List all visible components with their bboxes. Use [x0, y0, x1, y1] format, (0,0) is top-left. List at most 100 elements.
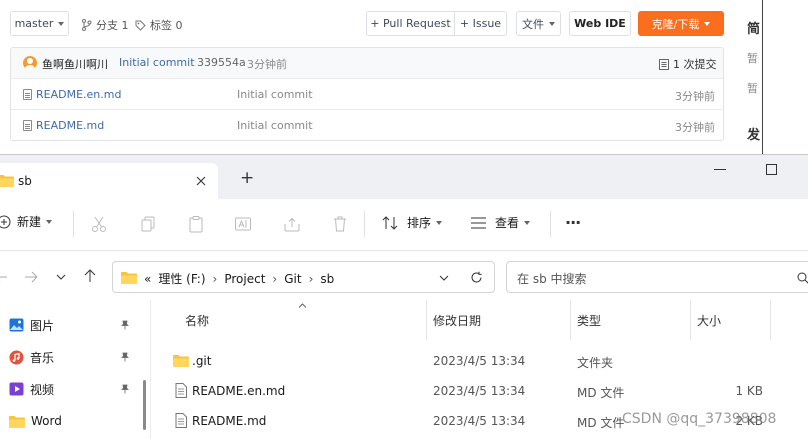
search-box[interactable]: 在 sb 中搜索	[506, 261, 808, 293]
side-panel-border	[762, 0, 808, 154]
explorer-toolbar: 新建 排序 查看 ···	[0, 199, 808, 251]
share-icon[interactable]	[283, 215, 301, 233]
tab-title: sb	[18, 174, 32, 188]
repo-file-name[interactable]: README.en.md	[36, 88, 121, 101]
repo-file-row[interactable]: README.en.md Initial commit 3分钟前	[11, 78, 723, 109]
branch-label: master	[14, 17, 54, 30]
recent-chevron-down-icon[interactable]	[56, 274, 66, 280]
column-header-type[interactable]: 类型	[577, 312, 601, 329]
minimize-button[interactable]	[714, 169, 726, 170]
close-icon[interactable]	[196, 176, 206, 186]
repo-web-page: master 分支 1 标签 0 + Pull Request + Issue …	[0, 0, 808, 154]
commit-author[interactable]: 鱼啊鱼川啊川	[42, 56, 108, 72]
pane-divider	[150, 300, 151, 439]
column-separator[interactable]	[770, 300, 771, 340]
chevron-down-icon	[436, 220, 443, 225]
file-date: 2023/4/5 13:34	[433, 414, 526, 428]
file-explorer-window: sb + 新建 排序 查看 ··· « 理性 (F:) › Project › …	[0, 154, 808, 439]
column-separator[interactable]	[426, 300, 427, 340]
column-header-size[interactable]: 大小	[697, 312, 721, 329]
pin-icon[interactable]	[120, 352, 130, 362]
nav-item-music[interactable]: 音乐	[0, 344, 140, 370]
commit-hash[interactable]: 339554a	[197, 56, 246, 69]
column-separator[interactable]	[570, 300, 571, 340]
cut-icon[interactable]	[90, 215, 108, 233]
address-bar[interactable]: « 理性 (F:) › Project › Git › sb	[112, 261, 495, 293]
repo-file-commit[interactable]: Initial commit	[237, 88, 313, 101]
issue-button[interactable]: + Issue	[454, 11, 507, 36]
add-circle-icon	[0, 215, 11, 228]
branch-icon	[82, 19, 92, 31]
video-icon	[9, 382, 24, 396]
column-header-name[interactable]: 名称	[185, 312, 209, 329]
watermark: CSDN @qq_37398808	[622, 411, 777, 427]
file-type: 文件夹	[577, 356, 614, 370]
address-history-chevron-icon[interactable]	[439, 275, 449, 281]
side-intro-text-2: 暂无	[747, 82, 759, 95]
nav-item-videos[interactable]: 视频	[0, 376, 140, 402]
pin-icon[interactable]	[120, 384, 130, 394]
branch-select[interactable]: master	[10, 11, 69, 36]
sort-button[interactable]: 排序	[382, 214, 443, 231]
pull-request-button[interactable]: + Pull Request	[366, 11, 455, 36]
delete-icon[interactable]	[331, 215, 349, 233]
repo-file-list: 鱼啊鱼川啊川 Initial commit 339554a 3分钟前 1 次提交…	[10, 47, 724, 141]
commits-count-link[interactable]: 1 次提交	[659, 56, 717, 72]
breadcrumb-overflow[interactable]: «	[144, 272, 151, 286]
up-arrow-icon[interactable]	[84, 269, 96, 283]
pin-icon[interactable]	[120, 320, 130, 330]
column-separator[interactable]	[690, 300, 691, 340]
branches-link[interactable]: 分支 1	[81, 17, 129, 33]
nav-label: 视频	[30, 382, 55, 397]
web-ide-button[interactable]: Web IDE	[569, 11, 631, 36]
commit-message[interactable]: Initial commit	[119, 56, 195, 69]
column-header-date[interactable]: 修改日期	[433, 312, 481, 329]
address-row: « 理性 (F:) › Project › Git › sb 在 sb 中搜索	[0, 252, 808, 300]
repo-file-row[interactable]: README.md Initial commit 3分钟前	[11, 109, 723, 140]
view-button[interactable]: 查看	[470, 214, 531, 231]
nav-label: Word	[31, 414, 62, 428]
pictures-icon	[9, 318, 24, 332]
sort-icon	[382, 215, 398, 230]
file-size: 1 KB	[735, 384, 763, 398]
back-arrow-icon[interactable]	[0, 271, 8, 283]
nav-item-word[interactable]: Word	[0, 408, 140, 434]
breadcrumb-drive[interactable]: 理性 (F:)	[158, 270, 205, 287]
column-headers: 名称 修改日期 类型 大小	[152, 300, 808, 340]
file-row[interactable]: README.en.md 2023/4/5 13:34 MD 文件 1 KB	[152, 376, 808, 406]
breadcrumb-separator-icon: ›	[272, 271, 278, 286]
breadcrumb-project[interactable]: Project	[224, 272, 265, 286]
repo-file-name[interactable]: README.md	[36, 119, 104, 132]
file-row[interactable]: .git 2023/4/5 13:34 文件夹	[152, 346, 808, 376]
maximize-button[interactable]	[766, 164, 777, 175]
commit-list-icon	[659, 58, 669, 70]
avatar	[23, 56, 37, 70]
refresh-icon[interactable]	[470, 271, 483, 284]
files-dropdown[interactable]: 文件	[516, 11, 561, 36]
repo-file-commit[interactable]: Initial commit	[237, 119, 313, 132]
nav-scrollbar[interactable]	[143, 380, 146, 430]
breadcrumb-git[interactable]: Git	[284, 272, 301, 286]
tags-link[interactable]: 标签 0	[135, 17, 183, 33]
copy-icon[interactable]	[139, 215, 157, 233]
forward-arrow-icon[interactable]	[24, 271, 38, 283]
new-button[interactable]: 新建	[0, 213, 53, 230]
navigation-pane: 图片 音乐 视频 Word	[0, 300, 150, 439]
more-options-button[interactable]: ···	[565, 213, 581, 232]
toolbar-divider	[364, 211, 365, 237]
file-name: README.md	[192, 414, 267, 428]
file-date: 2023/4/5 13:34	[433, 354, 526, 368]
chevron-down-icon	[549, 21, 555, 26]
nav-item-pictures[interactable]: 图片	[0, 312, 140, 338]
file-date: 2023/4/5 13:34	[433, 384, 526, 398]
breadcrumb-sb[interactable]: sb	[320, 272, 334, 286]
new-tab-button[interactable]: +	[240, 168, 254, 188]
clone-download-button[interactable]: 克隆/下载	[638, 11, 724, 36]
repo-file-time: 3分钟前	[675, 90, 715, 103]
rename-icon[interactable]	[234, 215, 252, 233]
files-label: 文件	[522, 17, 544, 31]
search-placeholder: 在 sb 中搜索	[517, 272, 587, 286]
file-icon	[175, 383, 187, 398]
explorer-tab[interactable]: sb	[0, 163, 218, 199]
paste-icon[interactable]	[187, 215, 205, 233]
